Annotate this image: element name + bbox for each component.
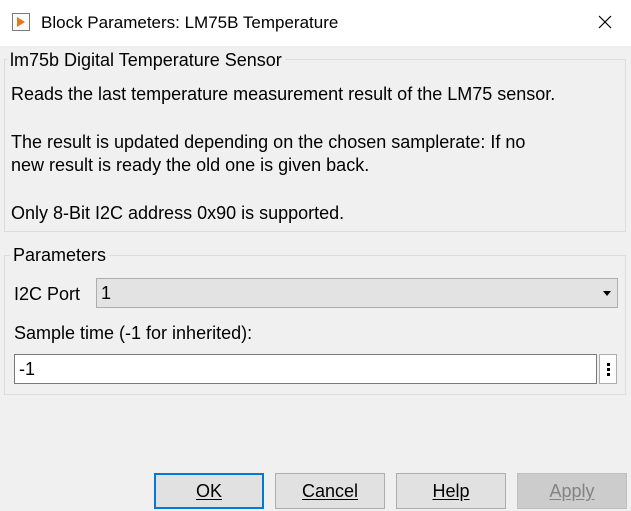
sample-time-label: Sample time (-1 for inherited): xyxy=(14,323,253,343)
apply-button[interactable]: Apply xyxy=(517,473,627,509)
i2c-port-dropdown[interactable]: 1 xyxy=(96,278,618,308)
play-triangle-icon xyxy=(17,17,25,27)
more-options-button[interactable] xyxy=(599,354,617,384)
parameters-title: Parameters xyxy=(10,243,110,267)
close-button[interactable] xyxy=(588,8,622,38)
description-line: Reads the last temperature measurement r… xyxy=(11,84,556,104)
vertical-ellipsis-icon xyxy=(607,368,610,371)
simulink-block-icon xyxy=(12,13,30,31)
ok-button[interactable]: OK xyxy=(154,473,264,509)
i2c-port-value: 1 xyxy=(101,283,112,303)
vertical-ellipsis-icon xyxy=(607,373,610,376)
cancel-button[interactable]: Cancel xyxy=(275,473,385,509)
chevron-down-icon xyxy=(603,291,611,296)
window-title: Block Parameters: LM75B Temperature xyxy=(41,13,339,32)
description-title: lm75b Digital Temperature Sensor xyxy=(7,48,285,72)
sample-time-input[interactable] xyxy=(14,354,597,384)
close-icon xyxy=(598,15,612,29)
i2c-port-label: I2C Port xyxy=(14,284,81,304)
description-line: Only 8-Bit I2C address 0x90 is supported… xyxy=(11,203,345,223)
title-bar: Block Parameters: LM75B Temperature xyxy=(0,0,631,46)
description-line: The result is updated depending on the c… xyxy=(11,132,526,152)
vertical-ellipsis-icon xyxy=(607,363,610,366)
description-line: new result is ready the old one is given… xyxy=(11,155,370,175)
help-button[interactable]: Help xyxy=(396,473,506,509)
